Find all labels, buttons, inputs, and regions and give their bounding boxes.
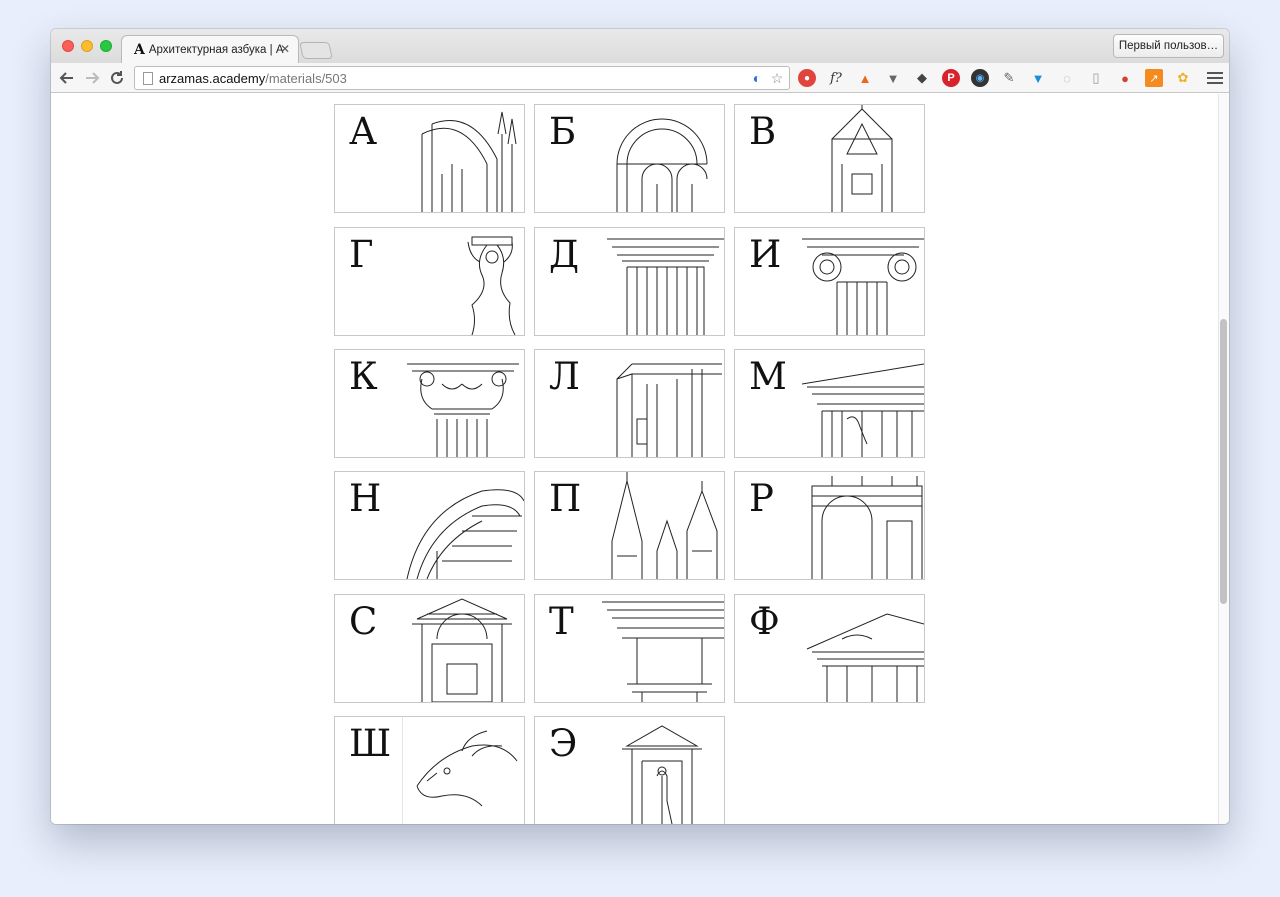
letter-label: Р	[749, 477, 774, 520]
page-icon	[143, 71, 153, 85]
scrollbar-thumb[interactable]	[1220, 319, 1227, 604]
adblock-icon[interactable]: ●	[798, 69, 816, 87]
minimize-window-button[interactable]	[81, 40, 93, 52]
title-bar: A Архитектурная азбука | Ар ✕ Первый пол…	[51, 29, 1229, 63]
architecture-illustration	[402, 350, 524, 457]
star-icon[interactable]: ☆	[769, 70, 785, 86]
letter-card[interactable]: А	[334, 104, 525, 213]
browser-window: A Архитектурная азбука | Ар ✕ Первый пол…	[51, 29, 1229, 824]
architecture-illustration	[802, 228, 924, 335]
profile-button[interactable]: Первый пользов…	[1113, 34, 1224, 58]
letter-card[interactable]: Л	[534, 349, 725, 458]
font-icon[interactable]: f?	[827, 69, 845, 87]
architecture-illustration	[802, 472, 924, 579]
letter-label: Ф	[749, 600, 780, 643]
flower-icon[interactable]: ✿	[1174, 69, 1192, 87]
letter-label: Э	[549, 722, 578, 765]
loader-icon[interactable]: ◌	[1058, 69, 1076, 87]
forward-icon[interactable]	[82, 68, 102, 88]
letter-card[interactable]: Ш	[334, 716, 525, 824]
menu-icon[interactable]	[1207, 69, 1223, 87]
chat-icon[interactable]: ●	[1116, 69, 1134, 87]
letter-card[interactable]: Э	[534, 716, 725, 824]
close-window-button[interactable]	[62, 40, 74, 52]
tab-title: Архитектурная азбука | Ар	[148, 43, 284, 56]
scrollbar-track[interactable]	[1218, 94, 1229, 824]
architecture-illustration	[602, 105, 724, 212]
camera-icon[interactable]: ◉	[971, 69, 989, 87]
new-tab-button[interactable]	[299, 42, 333, 59]
browser-toolbar: arzamas.academy /materials/503 ◐ ☆ ● f? …	[51, 63, 1229, 93]
letter-label: Н	[349, 477, 382, 520]
architecture-illustration	[802, 350, 924, 457]
letter-card[interactable]: Г	[334, 227, 525, 336]
pinterest-icon[interactable]: P	[942, 69, 960, 87]
vpn-icon[interactable]: ▼	[1029, 69, 1047, 87]
architecture-illustration	[602, 228, 724, 335]
letter-label: А	[349, 110, 378, 153]
architecture-illustration	[602, 595, 724, 702]
letter-label: Л	[549, 355, 580, 398]
letter-label: Г	[349, 233, 374, 276]
url-host: arzamas.academy	[159, 70, 266, 86]
letter-card[interactable]: П	[534, 471, 725, 580]
letter-label: М	[749, 355, 787, 398]
architecture-illustration	[402, 105, 524, 212]
architecture-illustration	[802, 595, 924, 702]
architecture-illustration	[402, 472, 524, 579]
letter-card[interactable]: Д	[534, 227, 725, 336]
letter-label: К	[349, 355, 378, 398]
architecture-illustration	[602, 717, 724, 824]
architecture-illustration	[802, 105, 924, 212]
letter-label: С	[349, 600, 378, 643]
architecture-illustration	[602, 350, 724, 457]
url-path: /materials/503	[265, 70, 347, 86]
letter-label: Б	[549, 110, 577, 153]
letter-label: Т	[549, 600, 574, 643]
letter-card[interactable]: И	[734, 227, 925, 336]
browser-tab[interactable]: A Архитектурная азбука | Ар ✕	[121, 35, 299, 63]
analytics-icon[interactable]: ↗	[1145, 69, 1163, 87]
maximize-window-button[interactable]	[100, 40, 112, 52]
reader-icon[interactable]: ▯	[1087, 69, 1105, 87]
eyedropper-icon[interactable]: ✎	[1000, 69, 1018, 87]
letter-card[interactable]: Б	[534, 104, 725, 213]
letter-card[interactable]: Ф	[734, 594, 925, 703]
letter-card[interactable]: Р	[734, 471, 925, 580]
arzamas-favicon-icon: A	[134, 41, 145, 58]
architecture-illustration	[402, 717, 524, 824]
fire-icon[interactable]: ▲	[856, 69, 874, 87]
letter-label: И	[749, 233, 782, 276]
reload-icon[interactable]	[107, 68, 127, 88]
extension-icon[interactable]: ◐	[749, 70, 765, 86]
evernote-icon[interactable]: ◆	[913, 69, 931, 87]
letter-label: Д	[549, 233, 580, 276]
letter-card[interactable]: В	[734, 104, 925, 213]
architecture-illustration	[402, 595, 524, 702]
letter-card[interactable]: К	[334, 349, 525, 458]
page-content: А Б В Г Д И К Л М Н П Р С Т Ф Ш Э	[51, 94, 1229, 824]
pocket-icon[interactable]: ▼	[884, 69, 902, 87]
letter-card[interactable]: С	[334, 594, 525, 703]
letter-label: Ш	[349, 722, 392, 765]
architecture-illustration	[402, 228, 524, 335]
letter-card[interactable]: М	[734, 349, 925, 458]
letter-label: В	[749, 110, 777, 153]
letter-card[interactable]: Н	[334, 471, 525, 580]
architecture-illustration	[602, 472, 724, 579]
letter-label: П	[549, 477, 582, 520]
back-icon[interactable]	[57, 68, 77, 88]
address-bar[interactable]: arzamas.academy /materials/503 ◐ ☆	[134, 66, 790, 90]
tab-close-icon[interactable]: ✕	[280, 42, 290, 56]
letter-card[interactable]: Т	[534, 594, 725, 703]
